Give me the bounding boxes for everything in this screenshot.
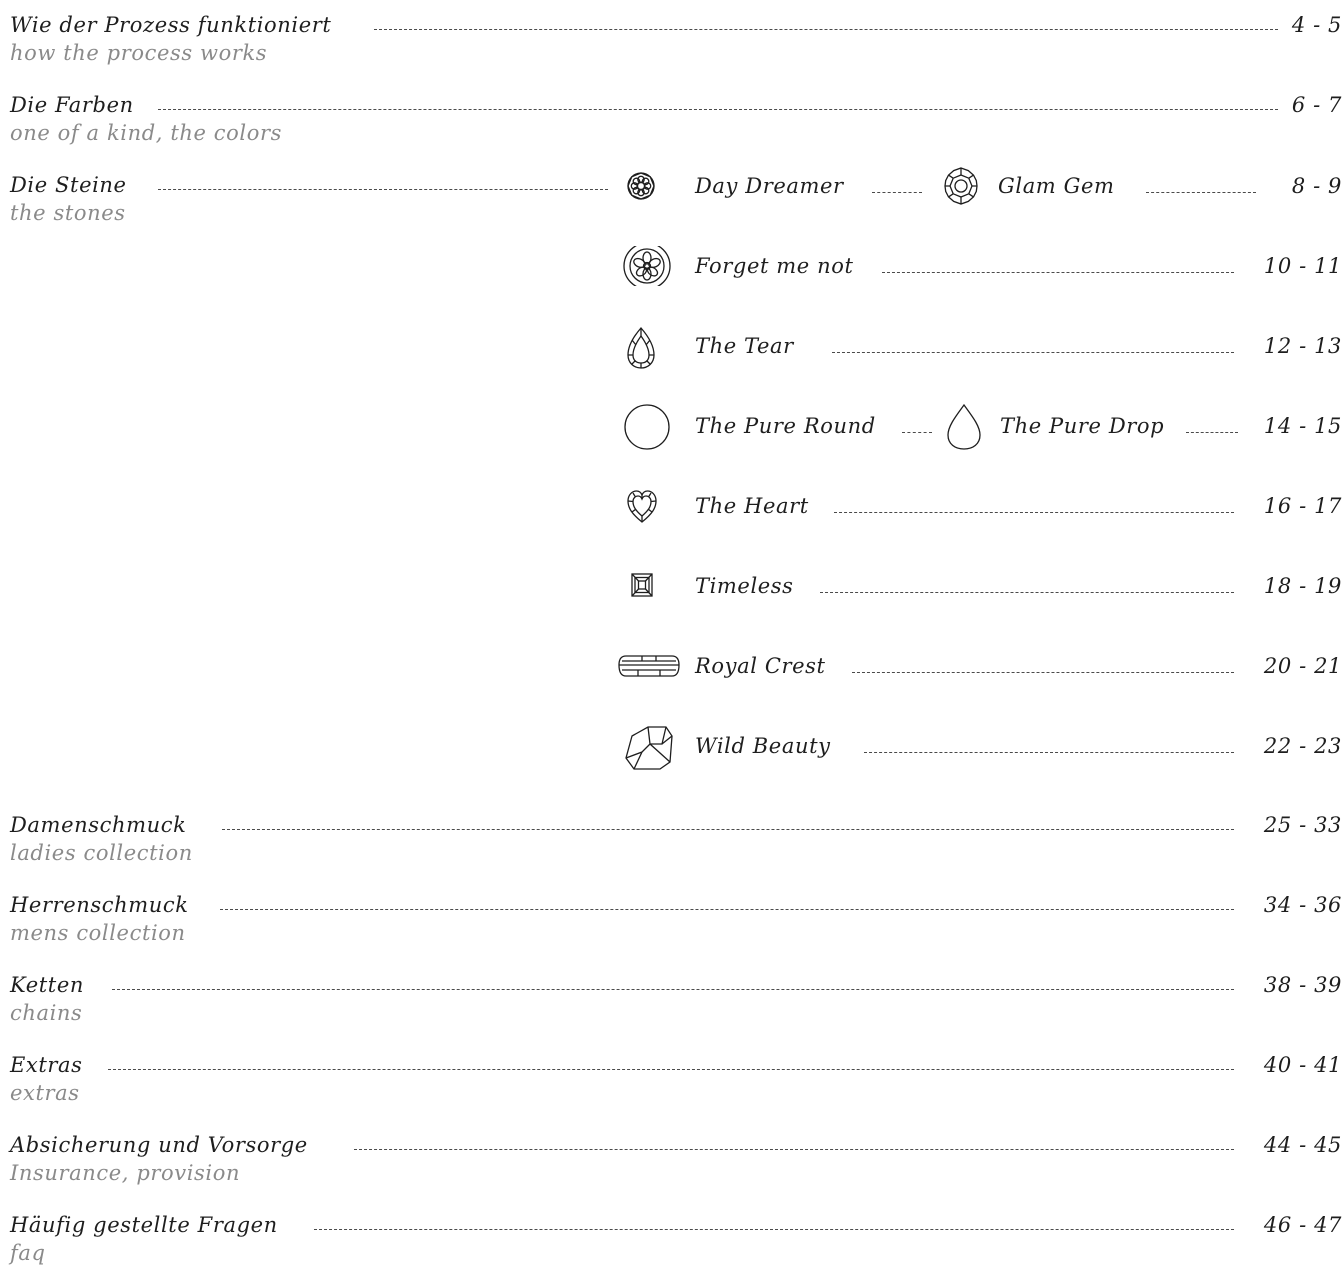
leader-line <box>222 829 1234 830</box>
leader-line <box>158 109 1278 110</box>
toc-title: Extras <box>10 1053 83 1077</box>
leader-line <box>1186 432 1238 433</box>
stone-pages: 8 - 9 <box>1291 174 1342 198</box>
stone-name: Royal Crest <box>695 654 826 678</box>
stone-entry-the-heart[interactable]: The Heart 16 - 17 <box>620 486 1344 526</box>
toc-entry-colors[interactable]: Die Farben 6 - 7 <box>10 91 1344 119</box>
toc-subtitle: the stones <box>10 201 126 225</box>
toc-title: Herrenschmuck <box>10 893 189 917</box>
stone-name: The Pure Drop <box>1000 414 1165 438</box>
toc-title: Wie der Prozess funktioniert <box>10 13 332 37</box>
leader-line <box>354 1149 1234 1150</box>
stone-entry-royal-crest[interactable]: Royal Crest 20 - 21 <box>618 646 1344 686</box>
stone-name: Glam Gem <box>998 174 1115 198</box>
stone-pages: 12 - 13 <box>1263 334 1342 358</box>
toc-entry-faq[interactable]: Häufig gestellte Fragen 46 - 47 <box>10 1211 1344 1239</box>
toc-pages: 44 - 45 <box>1263 1133 1342 1157</box>
leader-line <box>374 29 1278 30</box>
royal-crest-icon <box>616 650 682 682</box>
leader-line <box>832 352 1234 353</box>
toc-title: Absicherung und Vorsorge <box>10 1133 308 1157</box>
leader-line <box>158 189 608 190</box>
leader-line <box>852 672 1234 673</box>
toc-entry-ladies[interactable]: Damenschmuck 25 - 33 <box>10 811 1344 839</box>
stone-entry-wild-beauty[interactable]: Wild Beauty 22 - 23 <box>620 726 1344 770</box>
leader-line <box>834 512 1234 513</box>
tear-icon <box>626 326 656 370</box>
toc-subtitle: how the process works <box>10 41 268 65</box>
glam-gem-icon <box>942 166 980 206</box>
toc-pages: 6 - 7 <box>1291 93 1342 117</box>
leader-line <box>112 989 1234 990</box>
stone-name: Wild Beauty <box>695 734 831 758</box>
stone-name: The Pure Round <box>695 414 876 438</box>
stone-pages: 16 - 17 <box>1263 494 1342 518</box>
toc-entry-extras[interactable]: Extras 40 - 41 <box>10 1051 1344 1079</box>
stone-pages: 22 - 23 <box>1263 734 1342 758</box>
toc-entry-chains[interactable]: Ketten 38 - 39 <box>10 971 1344 999</box>
stone-pages: 14 - 15 <box>1263 414 1342 438</box>
heart-icon <box>626 486 658 526</box>
leader-line <box>872 192 922 193</box>
leader-line <box>220 909 1234 910</box>
toc-title: Ketten <box>10 973 84 997</box>
stone-name: The Tear <box>695 334 794 358</box>
pure-round-icon <box>622 404 672 450</box>
toc-entry-process[interactable]: Wie der Prozess funktioniert 4 - 5 <box>10 11 1344 39</box>
toc-subtitle: ladies collection <box>10 841 193 865</box>
toc-title: Damenschmuck <box>10 813 187 837</box>
toc-entry-insurance[interactable]: Absicherung und Vorsorge 44 - 45 <box>10 1131 1344 1159</box>
toc-pages: 38 - 39 <box>1263 973 1342 997</box>
leader-line <box>902 432 932 433</box>
stone-entry-forget-me-not[interactable]: Forget me not 10 - 11 <box>620 246 1344 286</box>
timeless-icon <box>630 570 654 602</box>
toc-title: Häufig gestellte Fragen <box>10 1213 278 1237</box>
toc-subtitle: mens collection <box>10 921 186 945</box>
stone-entry-the-tear[interactable]: The Tear 12 - 13 <box>620 326 1344 369</box>
toc-title: Die Steine <box>10 173 127 197</box>
toc-entry-mens[interactable]: Herrenschmuck 34 - 36 <box>10 891 1344 919</box>
wild-beauty-icon <box>622 722 676 772</box>
leader-line <box>820 592 1234 593</box>
stone-pages: 18 - 19 <box>1263 574 1342 598</box>
toc-subtitle: chains <box>10 1001 83 1025</box>
toc-subtitle: Insurance, provision <box>10 1161 241 1185</box>
toc-pages: 4 - 5 <box>1291 13 1342 37</box>
toc-subtitle: one of a kind, the colors <box>10 121 282 145</box>
toc-subtitle: extras <box>10 1081 80 1105</box>
toc-pages: 46 - 47 <box>1263 1213 1342 1237</box>
pure-drop-icon <box>946 402 982 452</box>
toc-pages: 40 - 41 <box>1263 1053 1342 1077</box>
stone-pages: 10 - 11 <box>1263 254 1342 278</box>
toc-pages: 25 - 33 <box>1263 813 1342 837</box>
stone-entry-pure-round-pure-drop[interactable]: The Pure Round The Pure Drop 14 - 15 <box>620 403 1344 450</box>
leader-line <box>108 1069 1234 1070</box>
day-dreamer-icon <box>626 166 656 206</box>
leader-line <box>314 1229 1234 1230</box>
leader-line <box>1146 192 1256 193</box>
stone-name: Forget me not <box>695 254 854 278</box>
stone-pages: 20 - 21 <box>1263 654 1342 678</box>
stone-entry-timeless[interactable]: Timeless 18 - 19 <box>620 566 1344 606</box>
leader-line <box>864 752 1234 753</box>
toc-pages: 34 - 36 <box>1263 893 1342 917</box>
stone-name: Timeless <box>695 574 794 598</box>
forget-me-not-icon <box>622 246 672 286</box>
stone-name: Day Dreamer <box>695 174 844 198</box>
stone-name: The Heart <box>695 494 809 518</box>
stone-entry-day-dreamer-glam-gem[interactable]: Day Dreamer Glam Gem 8 - 9 <box>620 166 1344 206</box>
toc-title: Die Farben <box>10 93 134 117</box>
toc-entry-stones[interactable]: Die Steine <box>10 171 610 199</box>
leader-line <box>882 272 1234 273</box>
